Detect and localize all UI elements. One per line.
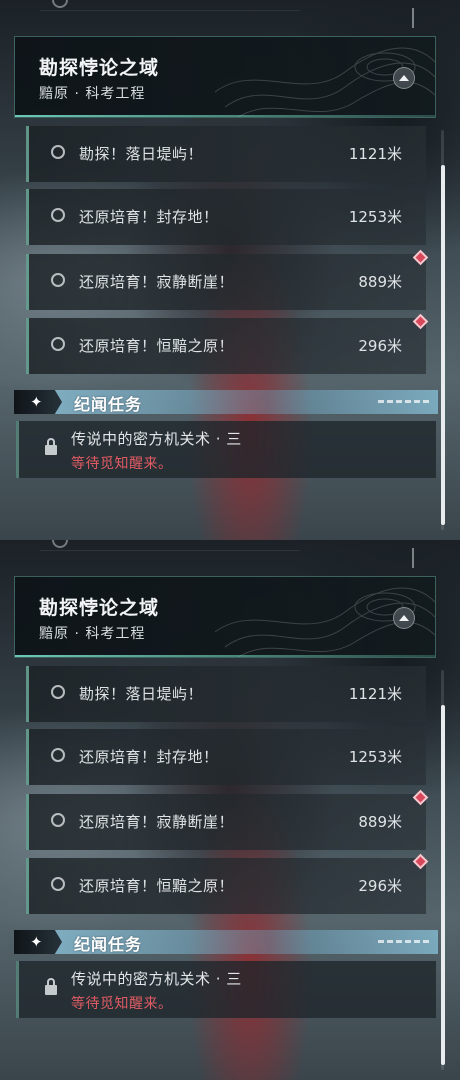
chevron-up-icon — [399, 75, 409, 81]
quest-tracker-panel: 勘探悖论之域 黯原 · 科考工程 勘探！落日堤屿！ 1121米 还原培育！封存地… — [0, 540, 460, 1080]
quest-distance: 889米 — [358, 273, 402, 291]
circle-icon — [51, 748, 65, 762]
quest-name: 还原培育！封存地！ — [79, 748, 219, 766]
circle-icon — [51, 145, 65, 159]
quest-name: 还原培育！寂静断崖！ — [79, 273, 235, 291]
circle-icon — [52, 0, 68, 8]
section-title: 纪闻任务 — [74, 935, 143, 954]
quest-item[interactable]: 还原培育！寂静断崖！ 889米 — [26, 794, 426, 850]
lock-icon — [45, 978, 57, 995]
scrollbar-top-tick — [412, 8, 414, 28]
lore-quest-status: 等待觅知醒来。 — [71, 996, 173, 1012]
quest-item[interactable]: 还原培育！封存地！ 1253米 — [26, 729, 426, 785]
quest-distance: 1121米 — [348, 145, 402, 163]
quest-item[interactable]: 还原培育！恒黯之原！ 296米 — [26, 858, 426, 914]
lore-quest-title: 传说中的密方机关术 · 三 — [71, 430, 242, 448]
collapse-button[interactable] — [393, 67, 415, 89]
circle-icon — [51, 208, 65, 222]
area-subtitle: 黯原 · 科考工程 — [39, 626, 146, 642]
quest-item[interactable]: 还原培育！恒黯之原！ 296米 — [26, 318, 426, 374]
lore-quest-item[interactable]: 传说中的密方机关术 · 三 等待觅知醒来。 — [16, 421, 436, 478]
sparkle-star-icon: ✦ — [30, 933, 43, 951]
quest-tracker-panel: 勘探悖论之域 黯原 · 科考工程 勘探！落日堤屿！ 1121米 还原培育！封存地… — [0, 0, 460, 540]
quest-item[interactable]: 勘探！落日堤屿！ 1121米 — [26, 126, 426, 182]
circle-icon — [51, 685, 65, 699]
quest-distance: 1253米 — [348, 208, 402, 226]
scrollbar-top-tick — [412, 548, 414, 568]
quest-item[interactable]: 还原培育！封存地！ 1253米 — [26, 189, 426, 245]
quest-distance: 296米 — [358, 337, 402, 355]
section-title: 纪闻任务 — [74, 395, 143, 414]
area-header[interactable]: 勘探悖论之域 黯原 · 科考工程 — [14, 576, 436, 658]
lore-quest-status: 等待觅知醒来。 — [71, 456, 173, 472]
quest-item[interactable]: 勘探！落日堤屿！ 1121米 — [26, 666, 426, 722]
circle-icon — [51, 273, 65, 287]
area-header[interactable]: 勘探悖论之域 黯原 · 科考工程 — [14, 36, 436, 118]
quest-item[interactable]: 还原培育！寂静断崖！ 889米 — [26, 254, 426, 310]
lock-icon — [45, 438, 57, 455]
lore-quest-title: 传说中的密方机关术 · 三 — [71, 970, 242, 988]
quest-distance: 296米 — [358, 877, 402, 895]
area-title: 勘探悖论之域 — [39, 57, 160, 79]
scrollbar-thumb[interactable] — [441, 165, 445, 525]
sparkle-star-icon: ✦ — [30, 393, 43, 411]
scrollbar-thumb[interactable] — [441, 705, 445, 1065]
circle-icon — [51, 337, 65, 351]
section-decoration — [378, 400, 430, 403]
quest-name: 还原培育！恒黯之原！ — [79, 337, 235, 355]
quest-distance: 1121米 — [348, 685, 402, 703]
quest-name: 还原培育！封存地！ — [79, 208, 219, 226]
area-title: 勘探悖论之域 — [39, 597, 160, 619]
circle-icon — [52, 540, 68, 548]
quest-name: 还原培育！寂静断崖！ — [79, 813, 235, 831]
section-header: ✦ 纪闻任务 — [14, 390, 438, 414]
section-icon-box: ✦ — [14, 930, 62, 954]
section-icon-box: ✦ — [14, 390, 62, 414]
quest-distance: 1253米 — [348, 748, 402, 766]
quest-distance: 889米 — [358, 813, 402, 831]
quest-name: 勘探！落日堤屿！ — [79, 145, 204, 163]
quest-name: 勘探！落日堤屿！ — [79, 685, 204, 703]
previous-quest-entry-faded — [40, 0, 300, 11]
area-subtitle: 黯原 · 科考工程 — [39, 86, 146, 102]
circle-icon — [51, 813, 65, 827]
quest-name: 还原培育！恒黯之原！ — [79, 877, 235, 895]
chevron-up-icon — [399, 615, 409, 621]
previous-quest-entry-faded — [40, 540, 300, 551]
lore-quest-item[interactable]: 传说中的密方机关术 · 三 等待觅知醒来。 — [16, 961, 436, 1018]
section-decoration — [378, 940, 430, 943]
collapse-button[interactable] — [393, 607, 415, 629]
circle-icon — [51, 877, 65, 891]
section-header: ✦ 纪闻任务 — [14, 930, 438, 954]
